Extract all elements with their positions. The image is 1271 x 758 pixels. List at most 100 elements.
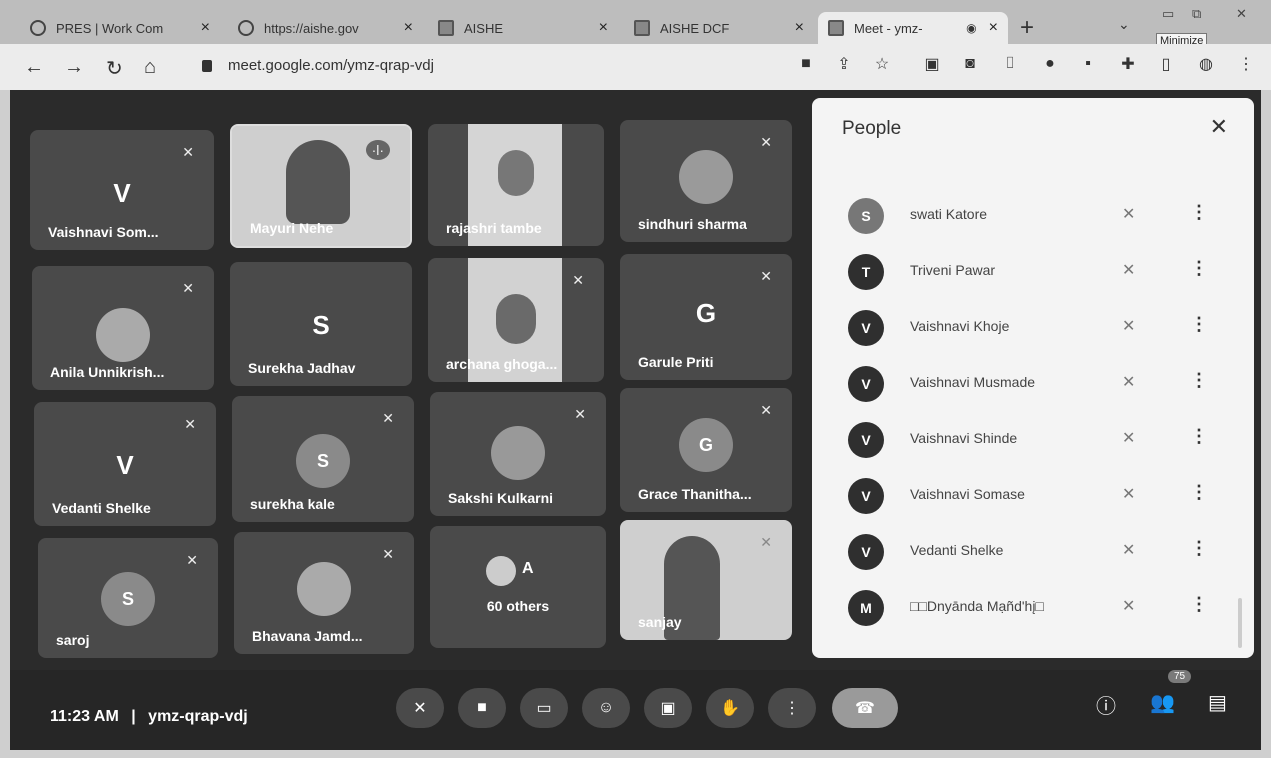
restore-icon[interactable]: ⧉ xyxy=(1192,6,1201,22)
mic-toggle-button[interactable]: ✕ xyxy=(396,688,444,728)
lock-icon[interactable] xyxy=(202,60,212,72)
participant-tile[interactable]: ✕ G Garule Priti xyxy=(620,254,792,380)
participant-tile[interactable]: ·l· Mayuri Nehe xyxy=(230,124,412,248)
mic-off-icon: ✕ xyxy=(182,144,194,160)
extension-icon[interactable]: ⌷ xyxy=(1000,54,1020,74)
participant-row[interactable]: T Triveni Pawar ✕ ⋮ xyxy=(848,250,1228,290)
panel-title: People xyxy=(842,118,902,139)
new-tab-button[interactable]: + xyxy=(1020,14,1034,42)
globe-icon xyxy=(30,20,46,36)
forward-icon[interactable]: → xyxy=(64,56,84,79)
reload-icon[interactable]: ↻ xyxy=(106,56,123,81)
mic-off-icon[interactable]: ✕ xyxy=(1122,428,1135,448)
avatar-letter: V xyxy=(113,178,131,208)
participant-tile[interactable]: ✕ V Vedanti Shelke xyxy=(34,402,216,526)
more-options-icon[interactable]: ⋮ xyxy=(1190,202,1208,223)
more-options-button[interactable]: ⋮ xyxy=(768,688,816,728)
mic-off-icon[interactable]: ✕ xyxy=(1122,204,1135,224)
tab-aishe-dcf[interactable]: AISHE DCF × xyxy=(624,12,814,44)
avatar xyxy=(679,150,733,204)
puzzle-icon[interactable]: ✚ xyxy=(1118,54,1138,74)
close-panel-button[interactable]: ✕ xyxy=(1210,114,1228,140)
tab-meet[interactable]: Meet - ymz- ◉ × xyxy=(818,12,1008,44)
participant-name: Garule Priti xyxy=(638,354,714,370)
participant-tile[interactable]: ✕ Anila Unnikrish... xyxy=(32,266,214,390)
mic-off-icon: ✕ xyxy=(572,272,584,288)
participant-tile[interactable]: rajashri tambe xyxy=(428,124,604,246)
close-window-icon[interactable]: ✕ xyxy=(1236,6,1247,22)
chat-icon[interactable]: ▤ xyxy=(1208,690,1227,715)
participant-tile[interactable]: ✕ Sakshi Kulkarni xyxy=(430,392,606,516)
info-icon[interactable]: ⓘ xyxy=(1096,690,1116,719)
camera-icon[interactable]: ■ xyxy=(796,54,816,74)
more-options-icon[interactable]: ⋮ xyxy=(1190,594,1208,615)
meeting-code: ymz-qrap-vdj xyxy=(148,708,248,725)
profile-icon[interactable]: ◍ xyxy=(1196,54,1216,74)
tab-aishe[interactable]: AISHE × xyxy=(428,12,618,44)
tab-search-button[interactable]: ⌄ xyxy=(1118,16,1130,33)
participant-tile[interactable]: ✕ G Grace Thanitha... xyxy=(620,388,792,512)
share-icon[interactable]: ⇪ xyxy=(834,54,854,74)
participant-row[interactable]: V Vaishnavi Shinde ✕ ⋮ xyxy=(848,418,1228,458)
avatar: V xyxy=(848,310,884,346)
camera-toggle-button[interactable]: ■ xyxy=(458,688,506,728)
participant-row[interactable]: V Vaishnavi Khoje ✕ ⋮ xyxy=(848,306,1228,346)
extension-icon[interactable]: ◙ xyxy=(960,54,980,74)
minimize-icon[interactable]: ▭ xyxy=(1162,6,1174,22)
mic-off-icon[interactable]: ✕ xyxy=(1122,260,1135,280)
participant-tile[interactable]: ✕ sanjay xyxy=(620,520,792,640)
more-options-icon[interactable]: ⋮ xyxy=(1190,314,1208,335)
close-icon[interactable]: × xyxy=(795,19,804,37)
close-icon[interactable]: × xyxy=(404,19,413,37)
close-icon[interactable]: × xyxy=(599,19,608,37)
more-options-icon[interactable]: ⋮ xyxy=(1190,370,1208,391)
more-options-icon[interactable]: ⋮ xyxy=(1190,482,1208,503)
participant-tile[interactable]: ✕ sindhuri sharma xyxy=(620,120,792,242)
participant-tile[interactable]: S Surekha Jadhav xyxy=(230,262,412,386)
captions-button[interactable]: ▭ xyxy=(520,688,568,728)
extension-icon[interactable]: ▣ xyxy=(922,54,942,74)
close-icon[interactable]: × xyxy=(201,19,210,37)
person-silhouette xyxy=(286,140,350,224)
mic-off-icon[interactable]: ✕ xyxy=(1122,540,1135,560)
raise-hand-button[interactable]: ✋ xyxy=(706,688,754,728)
participant-tile[interactable]: A 60 others xyxy=(430,526,606,648)
menu-icon[interactable]: ⋮ xyxy=(1236,54,1256,74)
participant-row[interactable]: S swati Katore ✕ ⋮ xyxy=(848,194,1228,234)
mic-off-icon[interactable]: ✕ xyxy=(1122,316,1135,336)
participant-row[interactable]: V Vaishnavi Musmade ✕ ⋮ xyxy=(848,362,1228,402)
more-options-icon[interactable]: ⋮ xyxy=(1190,538,1208,559)
mic-off-icon[interactable]: ✕ xyxy=(1122,484,1135,504)
bookmark-star-icon[interactable]: ☆ xyxy=(872,54,892,74)
mic-off-icon[interactable]: ✕ xyxy=(1122,372,1135,392)
leave-call-button[interactable]: ☎ xyxy=(832,688,898,728)
more-options-icon[interactable]: ⋮ xyxy=(1190,258,1208,279)
tab-pres[interactable]: PRES | Work Com × xyxy=(20,12,220,44)
participant-row[interactable]: M □□Dnyānda Mạñd'hį□ ✕ ⋮ xyxy=(848,586,1228,626)
reactions-button[interactable]: ☺ xyxy=(582,688,630,728)
participant-row[interactable]: V Vaishnavi Somase ✕ ⋮ xyxy=(848,474,1228,514)
captions-icon: ▭ xyxy=(536,700,552,717)
scrollbar[interactable] xyxy=(1238,598,1242,648)
extension-icon[interactable]: ● xyxy=(1040,54,1060,74)
sidebar-icon[interactable]: ▯ xyxy=(1156,54,1176,74)
meeting-info: 11:23 AM | ymz-qrap-vdj xyxy=(50,708,248,726)
people-icon[interactable]: 👥 xyxy=(1150,690,1175,715)
avatar: S xyxy=(296,434,350,488)
present-button[interactable]: ▣ xyxy=(644,688,692,728)
url-field[interactable]: meet.google.com/ymz-qrap-vdj xyxy=(228,57,434,74)
participant-tile[interactable]: ✕ archana ghoga... xyxy=(428,258,604,382)
extension-icon[interactable]: ▪ xyxy=(1078,54,1098,74)
participant-tile[interactable]: ✕ Bhavana Jamd... xyxy=(234,532,414,654)
participant-row[interactable]: V Vedanti Shelke ✕ ⋮ xyxy=(848,530,1228,570)
home-icon[interactable]: ⌂ xyxy=(144,56,156,79)
tab-aishe-gov[interactable]: https://aishe.gov × xyxy=(228,12,423,44)
back-icon[interactable]: ← xyxy=(24,56,44,79)
participant-tile[interactable]: ✕ S saroj xyxy=(38,538,218,658)
participant-tile[interactable]: ✕ V Vaishnavi Som... xyxy=(30,130,214,250)
participant-tile[interactable]: ✕ S surekha kale xyxy=(232,396,414,522)
mic-off-icon[interactable]: ✕ xyxy=(1122,596,1135,616)
more-options-icon[interactable]: ⋮ xyxy=(1190,426,1208,447)
participant-count-badge: 75 xyxy=(1168,670,1192,683)
close-icon[interactable]: × xyxy=(989,19,998,37)
